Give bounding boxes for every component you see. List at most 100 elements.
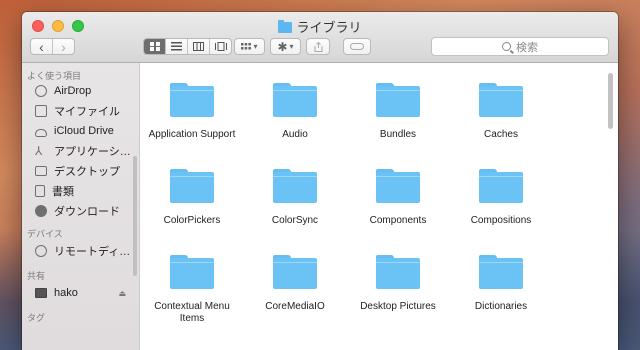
tag-icon <box>350 43 364 50</box>
folder-icon <box>479 83 523 117</box>
sidebar-scrollbar[interactable] <box>133 156 137 276</box>
folder-icon <box>479 169 523 203</box>
search-field[interactable]: 検索 <box>431 37 609 56</box>
folder-icon <box>170 255 214 289</box>
search-placeholder: 検索 <box>516 41 538 54</box>
chevron-down-icon: ▾ <box>253 42 258 51</box>
gear-icon: ✱ <box>277 39 288 54</box>
sidebar-heading-shared: 共有 <box>27 271 46 281</box>
folder-label: ColorPickers <box>163 215 221 226</box>
folder-item[interactable]: CoreMediaIO <box>247 245 343 313</box>
folder-label: Bundles <box>379 129 417 140</box>
sidebar-item-label: リモートディ… <box>54 246 131 258</box>
folder-label: Caches <box>484 129 518 140</box>
folder-item[interactable]: Compositions <box>453 159 549 227</box>
folder-icon <box>273 83 317 117</box>
folder-item[interactable]: Components <box>350 159 446 227</box>
folder-icon <box>273 169 317 203</box>
sidebar-item-documents[interactable]: 書類 <box>22 181 134 201</box>
search-icon <box>502 42 511 51</box>
eject-icon[interactable]: ⏏ <box>118 289 126 298</box>
folder-item[interactable]: Audio <box>247 73 343 141</box>
coverflow-icon <box>214 42 227 51</box>
folder-label: Dictionaries <box>474 301 528 312</box>
sidebar-item-label: 書類 <box>52 186 74 198</box>
content-scrollbar[interactable] <box>608 73 613 129</box>
folder-icon <box>479 255 523 289</box>
folder-item[interactable]: Contextual Menu Items <box>144 245 240 325</box>
share-button[interactable] <box>306 38 330 55</box>
action-button[interactable]: ✱ ▾ <box>270 38 301 55</box>
sidebar-item-remote-disc[interactable]: リモートディ… <box>22 241 134 261</box>
cloud-icon <box>35 128 47 137</box>
column-view-button[interactable] <box>188 39 210 54</box>
folder-item[interactable]: Dictionaries <box>453 245 549 313</box>
computer-icon <box>35 288 47 298</box>
sidebar-item-allfiles[interactable]: マイファイル <box>22 101 134 121</box>
folder-label: Audio <box>282 129 308 140</box>
tag-button[interactable] <box>343 38 371 55</box>
sidebar: よく使う項目 AirDrop マイファイル iCloud Drive ⅄ アプリ… <box>22 63 140 350</box>
sidebar-item-label: デスクトップ <box>54 166 120 178</box>
disc-icon <box>35 245 47 257</box>
grid-icon <box>149 42 160 51</box>
sidebar-item-desktop[interactable]: デスクトップ <box>22 161 134 181</box>
window-title-text: ライブラリ <box>296 20 362 35</box>
sidebar-item-icloud[interactable]: iCloud Drive <box>22 121 134 141</box>
arrange-grid-icon <box>241 42 252 49</box>
nav-buttons: ‹ › <box>30 38 75 55</box>
downloads-icon <box>35 205 47 217</box>
sidebar-item-applications[interactable]: ⅄ アプリケーシ… <box>22 141 134 161</box>
folder-icon <box>376 83 420 117</box>
folder-icon <box>170 169 214 203</box>
folder-label: Components <box>369 215 427 226</box>
list-view-button[interactable] <box>166 39 188 54</box>
sidebar-item-airdrop[interactable]: AirDrop <box>22 81 134 101</box>
chevron-down-icon: ▾ <box>289 42 294 51</box>
folder-item[interactable]: Application Support <box>144 73 240 141</box>
folder-item[interactable]: Bundles <box>350 73 446 141</box>
documents-icon <box>35 185 45 197</box>
folder-label: Application Support <box>148 129 236 140</box>
folder-icon <box>376 255 420 289</box>
allfiles-icon <box>35 105 47 117</box>
finder-window: ライブラリ ‹ › ▾ ✱ ▾ 検索 よく使う項目 AirDrop マイファイル… <box>22 12 618 350</box>
folder-item[interactable]: ColorPickers <box>144 159 240 227</box>
forward-button[interactable]: › <box>53 39 74 54</box>
coverflow-view-button[interactable] <box>210 39 231 54</box>
icon-view-button[interactable] <box>144 39 166 54</box>
airdrop-icon <box>35 85 47 97</box>
folder-label: Desktop Pictures <box>360 301 436 312</box>
folder-label: CoreMediaIO <box>265 301 325 312</box>
folder-label: Contextual Menu Items <box>154 301 230 324</box>
folder-icon <box>273 255 317 289</box>
list-icon <box>171 42 182 51</box>
folder-icon <box>376 169 420 203</box>
view-mode-control <box>143 38 232 55</box>
sidebar-item-label: hako <box>54 287 78 299</box>
folder-icon <box>170 83 214 117</box>
sidebar-heading-devices: デバイス <box>27 229 63 239</box>
folder-label: ColorSync <box>271 215 319 226</box>
window-title: ライブラリ <box>22 17 618 36</box>
file-grid: Application Support Audio Bundles Caches Col… <box>140 63 618 350</box>
titlebar: ライブラリ ‹ › ▾ ✱ ▾ 検索 <box>22 12 618 63</box>
desktop-icon <box>35 166 47 176</box>
sidebar-item-label: iCloud Drive <box>54 125 114 137</box>
folder-label: Compositions <box>470 215 532 226</box>
sidebar-item-label: AirDrop <box>54 85 92 97</box>
columns-icon <box>193 42 204 51</box>
arrange-button[interactable]: ▾ <box>234 38 265 55</box>
back-button[interactable]: ‹ <box>31 39 53 54</box>
sidebar-item-label: マイファイル <box>54 106 120 118</box>
sidebar-item-label: アプリケーシ… <box>54 146 131 158</box>
sidebar-item-label: ダウンロード <box>54 206 120 218</box>
folder-item[interactable]: Caches <box>453 73 549 141</box>
sidebar-heading-tags: タグ <box>27 313 46 323</box>
applications-icon: ⅄ <box>35 144 43 158</box>
share-icon <box>314 41 322 52</box>
sidebar-item-downloads[interactable]: ダウンロード <box>22 201 134 221</box>
folder-item[interactable]: Desktop Pictures <box>350 245 446 313</box>
sidebar-item-hako[interactable]: hako ⏏ <box>22 283 134 303</box>
folder-item[interactable]: ColorSync <box>247 159 343 227</box>
